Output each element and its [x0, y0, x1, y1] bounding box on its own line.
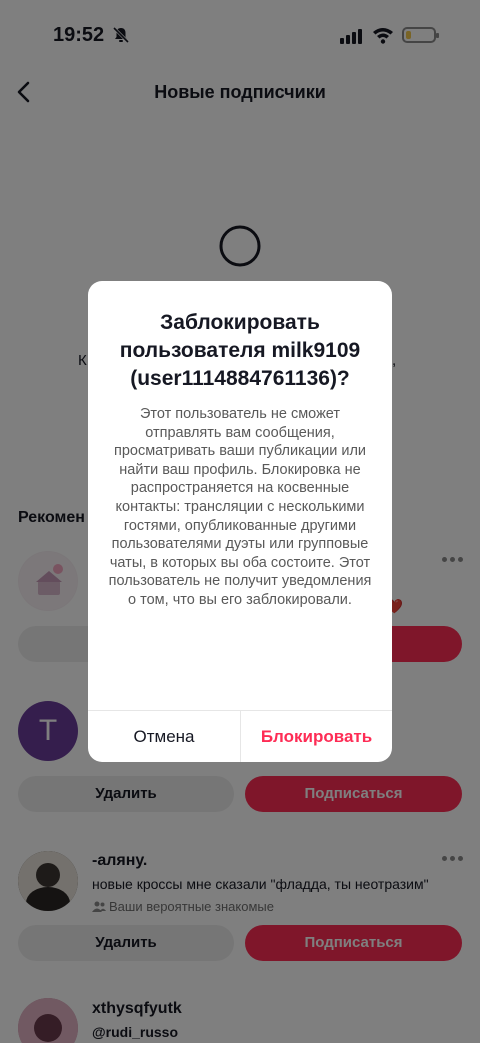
cancel-button[interactable]: Отмена — [88, 711, 240, 762]
dialog-actions: Отмена Блокировать — [88, 710, 392, 762]
dialog-title: Заблокировать пользователя milk9109 (use… — [119, 311, 361, 390]
block-user-dialog: Заблокировать пользователя milk9109 (use… — [88, 281, 392, 762]
block-button[interactable]: Блокировать — [241, 711, 392, 762]
dialog-message: Этот пользователь не сможет отправлять в… — [108, 406, 372, 608]
